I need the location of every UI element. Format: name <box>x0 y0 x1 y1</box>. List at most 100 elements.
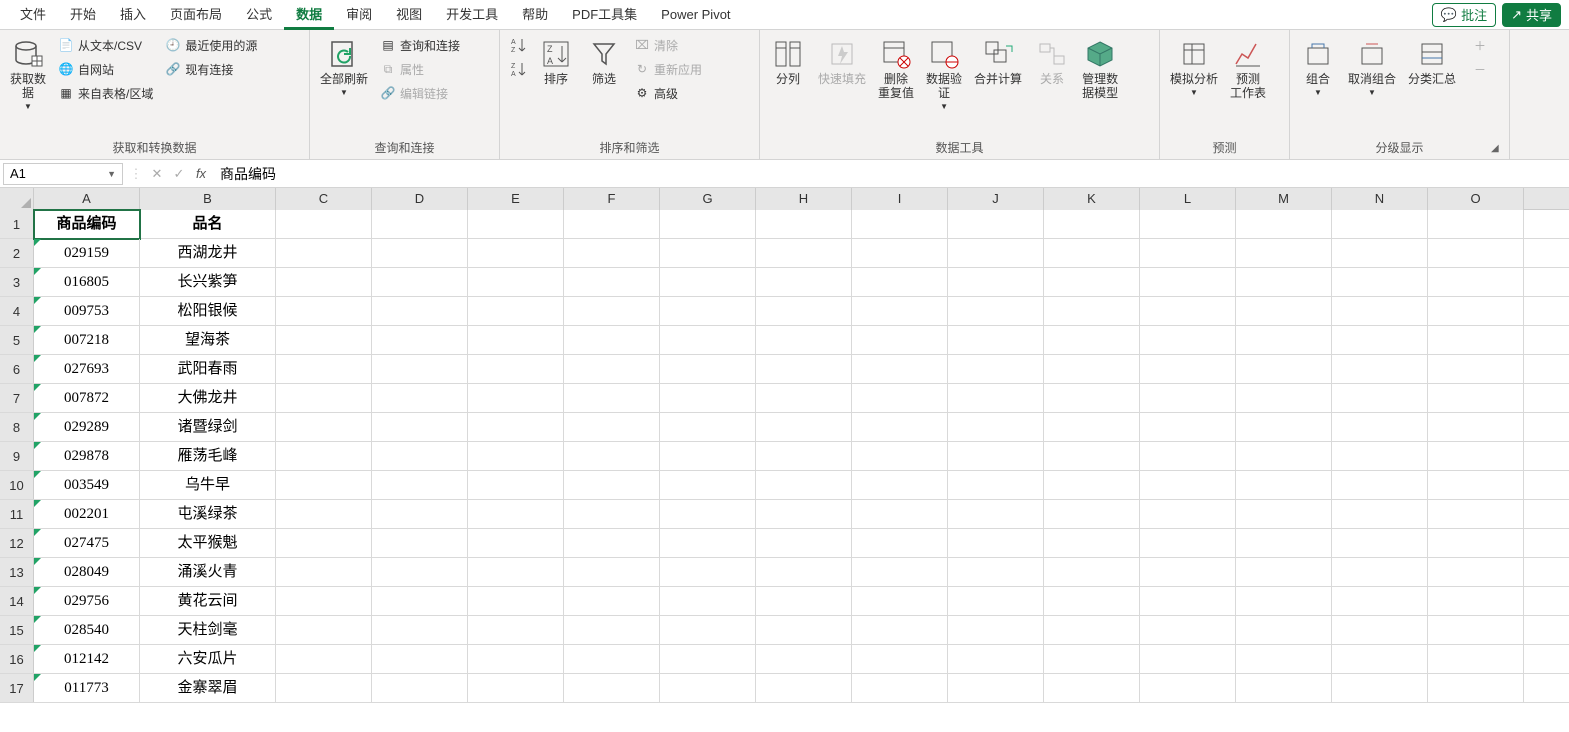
hide-detail-button[interactable]: － <box>1468 58 1492 80</box>
cell[interactable] <box>660 529 756 558</box>
cell[interactable]: 029159 <box>34 239 140 268</box>
cell[interactable]: 诸暨绿剑 <box>140 413 276 442</box>
tab-dev[interactable]: 开发工具 <box>434 0 510 30</box>
cell[interactable] <box>372 268 468 297</box>
cell[interactable] <box>852 384 948 413</box>
cell[interactable]: 011773 <box>34 674 140 703</box>
cell[interactable] <box>1044 674 1140 703</box>
tab-layout[interactable]: 页面布局 <box>158 0 234 30</box>
cell[interactable]: 027475 <box>34 529 140 558</box>
cell[interactable] <box>948 558 1044 587</box>
cell[interactable] <box>468 268 564 297</box>
row-header[interactable]: 16 <box>0 645 34 673</box>
cell[interactable] <box>1236 558 1332 587</box>
cell[interactable] <box>1044 413 1140 442</box>
row-header[interactable]: 2 <box>0 239 34 267</box>
cell[interactable] <box>852 239 948 268</box>
cell[interactable] <box>852 210 948 239</box>
cell[interactable] <box>852 558 948 587</box>
existing-conn-button[interactable]: 🔗现有连接 <box>161 58 261 80</box>
show-detail-button[interactable]: ＋ <box>1468 34 1492 56</box>
cell[interactable] <box>1332 616 1428 645</box>
cell[interactable] <box>1044 645 1140 674</box>
cell[interactable] <box>1140 587 1236 616</box>
cell[interactable]: 望海茶 <box>140 326 276 355</box>
cell[interactable] <box>1236 355 1332 384</box>
col-header[interactable]: L <box>1140 188 1236 210</box>
dialog-launcher-icon[interactable]: ◢ <box>1491 143 1505 157</box>
col-header[interactable]: I <box>852 188 948 210</box>
col-header[interactable]: M <box>1236 188 1332 210</box>
cell[interactable] <box>852 471 948 500</box>
cell[interactable] <box>852 529 948 558</box>
cell[interactable] <box>1044 326 1140 355</box>
cell[interactable]: 金寨翠眉 <box>140 674 276 703</box>
cell[interactable] <box>756 297 852 326</box>
edit-links-button[interactable]: 🔗编辑链接 <box>376 82 464 104</box>
cell[interactable]: 009753 <box>34 297 140 326</box>
cell[interactable] <box>1044 239 1140 268</box>
data-model-button[interactable]: 管理数 据模型 <box>1078 34 1122 100</box>
cell[interactable] <box>468 500 564 529</box>
cell[interactable] <box>1236 500 1332 529</box>
tab-help[interactable]: 帮助 <box>510 0 560 30</box>
cell[interactable] <box>756 442 852 471</box>
cell[interactable] <box>468 413 564 442</box>
cell[interactable]: 007872 <box>34 384 140 413</box>
cell[interactable] <box>468 297 564 326</box>
cell[interactable] <box>1428 500 1524 529</box>
cell[interactable] <box>1332 442 1428 471</box>
cell[interactable] <box>660 587 756 616</box>
cell[interactable]: 屯溪绿茶 <box>140 500 276 529</box>
col-header[interactable]: G <box>660 188 756 210</box>
cell[interactable]: 016805 <box>34 268 140 297</box>
cell[interactable] <box>948 674 1044 703</box>
cell[interactable] <box>1332 268 1428 297</box>
cell[interactable] <box>852 355 948 384</box>
cell[interactable] <box>660 500 756 529</box>
text-to-columns-button[interactable]: 分列 <box>766 34 810 86</box>
ungroup-button[interactable]: 取消组合▼ <box>1344 34 1400 100</box>
cell[interactable] <box>1044 471 1140 500</box>
cell[interactable] <box>276 355 372 384</box>
cell[interactable] <box>1428 442 1524 471</box>
cell[interactable] <box>1044 616 1140 645</box>
cell[interactable] <box>852 326 948 355</box>
tab-data[interactable]: 数据 <box>284 0 334 30</box>
cell[interactable] <box>756 558 852 587</box>
properties-button[interactable]: ⧉属性 <box>376 58 464 80</box>
cell[interactable] <box>948 616 1044 645</box>
cell[interactable] <box>564 529 660 558</box>
tab-pdf[interactable]: PDF工具集 <box>560 0 649 30</box>
cell[interactable] <box>372 413 468 442</box>
cell[interactable] <box>1044 500 1140 529</box>
select-all-corner[interactable] <box>0 188 34 210</box>
cell[interactable] <box>756 268 852 297</box>
cell[interactable] <box>852 500 948 529</box>
cell[interactable] <box>468 529 564 558</box>
cell[interactable] <box>1332 210 1428 239</box>
cell[interactable] <box>1140 268 1236 297</box>
cell[interactable] <box>372 355 468 384</box>
cell[interactable] <box>1140 355 1236 384</box>
cell[interactable] <box>1332 674 1428 703</box>
refresh-all-button[interactable]: 全部刷新 ▼ <box>316 34 372 100</box>
cell[interactable] <box>660 674 756 703</box>
cell[interactable]: 商品编码 <box>34 210 140 239</box>
fx-icon[interactable]: fx <box>190 166 212 181</box>
cell[interactable]: 002201 <box>34 500 140 529</box>
cell[interactable] <box>756 645 852 674</box>
data-validation-button[interactable]: 数据验 证▼ <box>922 34 966 114</box>
cell[interactable] <box>1236 616 1332 645</box>
cell[interactable] <box>276 384 372 413</box>
cell[interactable] <box>756 529 852 558</box>
row-header[interactable]: 9 <box>0 442 34 470</box>
comments-button[interactable]: 💬 批注 <box>1432 3 1496 27</box>
cell[interactable] <box>660 326 756 355</box>
cell[interactable]: 黄花云间 <box>140 587 276 616</box>
row-header[interactable]: 10 <box>0 471 34 499</box>
cell[interactable] <box>276 558 372 587</box>
cell[interactable] <box>372 384 468 413</box>
cell[interactable] <box>564 239 660 268</box>
cell[interactable] <box>756 413 852 442</box>
